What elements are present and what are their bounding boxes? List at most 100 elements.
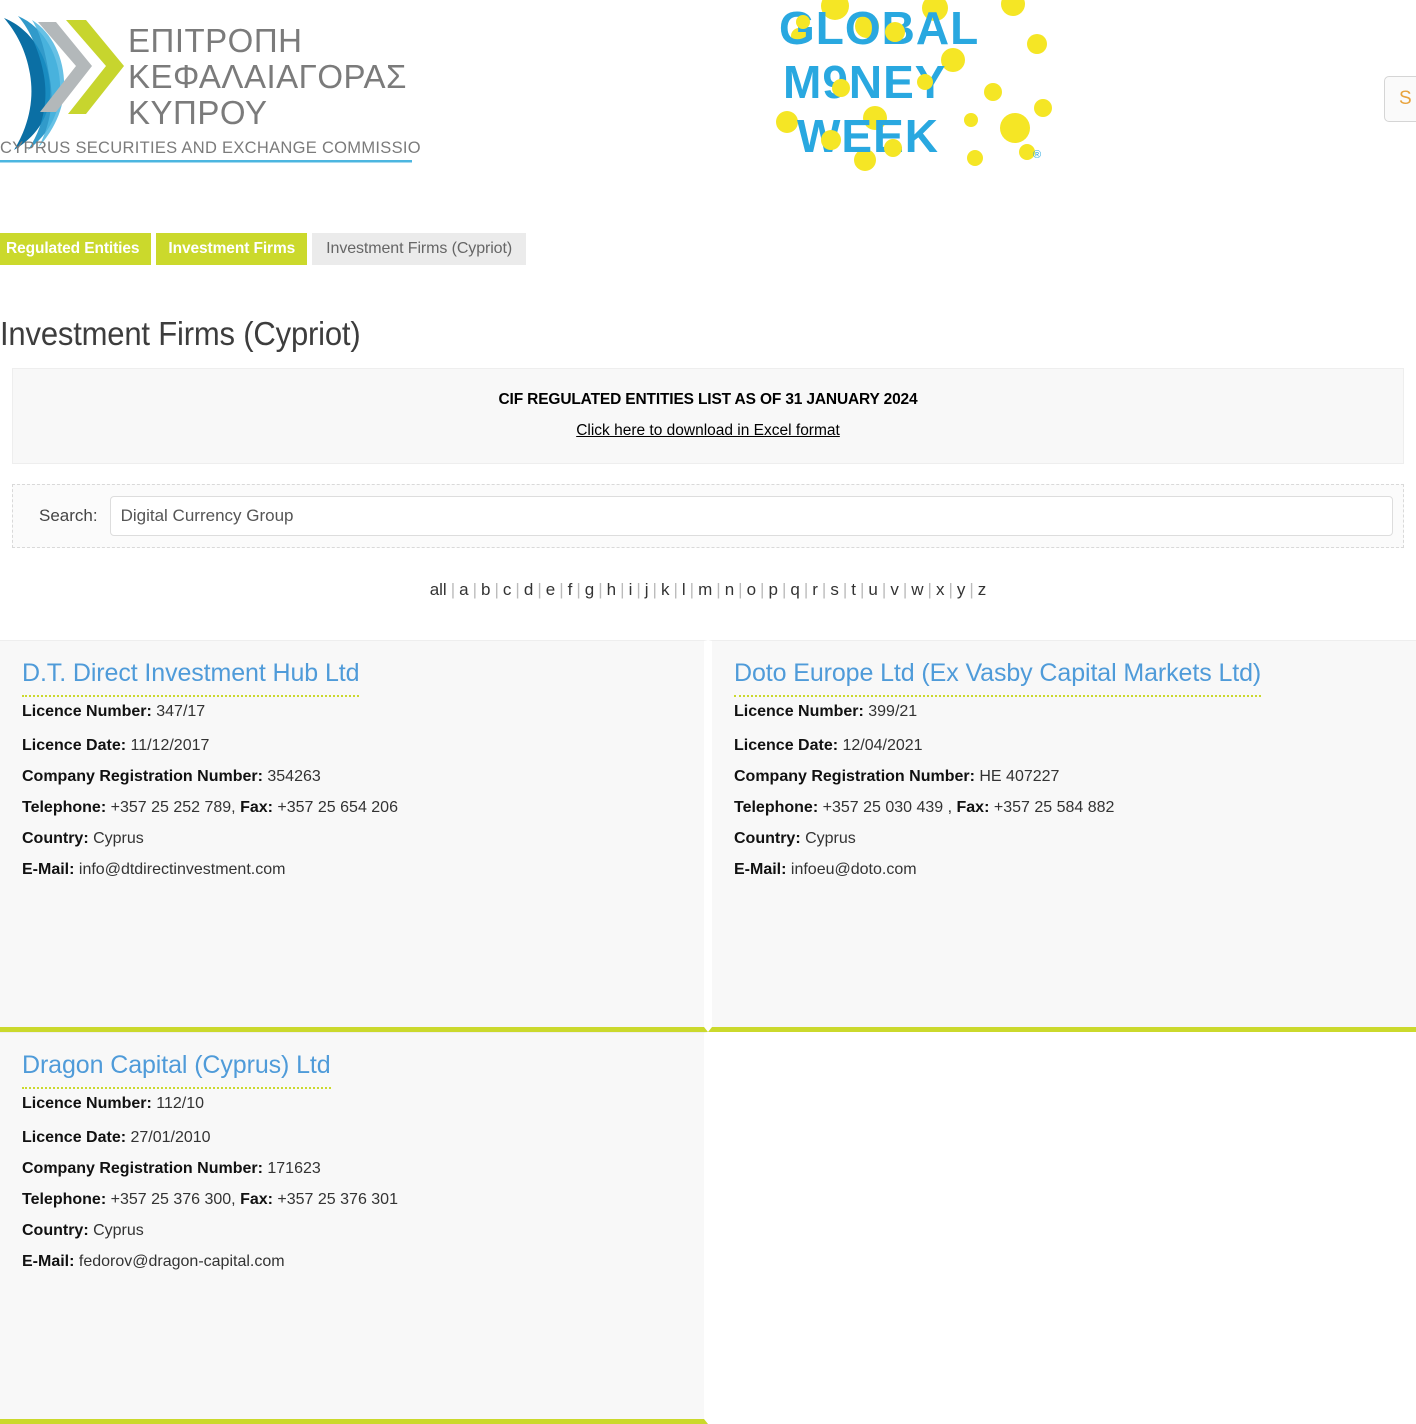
fax-label: Fax: [956,799,990,816]
alphabet-filter-p[interactable]: p [765,580,780,599]
cysec-chevron-icon [4,16,124,150]
alphabet-filter-z[interactable]: z [975,580,990,599]
alphabet-filter-c[interactable]: c [500,580,515,599]
alphabet-filter-l[interactable]: l [679,580,689,599]
alphabet-filter-all[interactable]: all [427,580,450,599]
licence-number-label: Licence Number: [22,703,152,720]
licence-date-label: Licence Date: [22,1129,127,1146]
telephone-fax: Telephone: +357 25 030 439 , Fax: +357 2… [734,798,1394,818]
alphabet-separator: | [673,580,678,599]
licence-date-value: 27/01/2010 [126,1129,211,1146]
telephone-value: +357 25 376 300, [106,1191,241,1208]
licence-date: Licence Date: 12/04/2021 [734,736,1394,756]
alphabet-separator: | [537,580,542,599]
alphabet-filter-k[interactable]: k [658,580,673,599]
cif-list-notice-title: CIF REGULATED ENTITIES LIST AS OF 31 JAN… [498,391,918,408]
alphabet-filter-s[interactable]: s [827,580,842,599]
country-label: Country: [22,830,89,847]
global-money-week-logo[interactable]: GLOBAL M9NEY WEEK ® [775,0,1055,180]
alphabet-filter-h[interactable]: h [604,580,619,599]
country-value: Cyprus [88,830,144,847]
fax-value: +357 25 376 301 [272,1191,398,1208]
company-registration-number-value: 171623 [262,1160,321,1177]
licence-number: Licence Number: 112/10 [22,1094,682,1114]
country-value: Cyprus [88,1222,144,1239]
cysec-subtitle: CYPRUS SECURITIES AND EXCHANGE COMMISSIO… [0,139,420,157]
alphabet-separator: | [559,580,564,599]
alphabet-filter-w[interactable]: w [908,580,926,599]
licence-number-value: 112/10 [151,1095,205,1112]
licence-date-label: Licence Date: [734,737,839,754]
entity-card: Dragon Capital (Cyprus) Ltd Licence Numbe… [0,1032,708,1424]
alphabet-separator: | [927,580,932,599]
alphabet-filter-y[interactable]: y [954,580,969,599]
telephone-label: Telephone: [22,1191,107,1208]
alphabet-filter-n[interactable]: n [722,580,737,599]
alphabet-filter-g[interactable]: g [582,580,597,599]
alphabet-filter-a[interactable]: a [456,580,471,599]
email-label: E-Mail: [22,861,75,878]
cif-list-notice: CIF REGULATED ENTITIES LIST AS OF 31 JAN… [12,368,1404,464]
fax-value: +357 25 654 206 [272,799,398,816]
entity-card: Doto Europe Ltd (Ex Vasby Capital Market… [708,640,1416,1032]
alphabet-filter-i[interactable]: i [626,580,636,599]
alphabet-filter-m[interactable]: m [695,580,715,599]
entity-card-placeholder [708,1032,1416,1424]
gmw-line1: GLOBAL [779,2,979,54]
alphabet-separator: | [620,580,625,599]
alphabet-filter-u[interactable]: u [865,580,880,599]
entity-name-link[interactable]: Dragon Capital (Cyprus) Ltd [22,1051,331,1089]
alphabet-filter-f[interactable]: f [565,580,576,599]
cysec-greek-line3: ΚΥΠΡΟΥ [128,94,267,131]
fax-label: Fax: [240,1191,273,1208]
company-registration-number: Company Registration Number: HE 407227 [734,767,1394,787]
entity-name-link[interactable]: D.T. Direct Investment Hub Ltd [22,659,360,697]
telephone-fax: Telephone: +357 25 376 300, Fax: +357 25… [22,1190,682,1210]
licence-number-value: 347/17 [151,703,206,720]
company-registration-number-label: Company Registration Number: [22,1160,263,1177]
licence-number: Licence Number: 347/17 [22,702,682,722]
alphabet-filter-e[interactable]: e [543,580,558,599]
alphabet-filter-v[interactable]: v [887,580,902,599]
breadcrumb: Regulated Entities Investment Firms Inve… [0,233,527,265]
alphabet-separator: | [636,580,641,599]
alphabet-filter-o[interactable]: o [744,580,759,599]
alphabet-separator: | [598,580,603,599]
fax-value: +357 25 584 882 [989,799,1115,816]
breadcrumb-item-investment-firms[interactable]: Investment Firms [156,233,308,265]
alphabet-filter-q[interactable]: q [787,580,802,599]
search-input[interactable] [109,496,1393,536]
alphabet-filter-b[interactable]: b [478,580,493,599]
company-registration-number: Company Registration Number: 354263 [22,767,682,787]
alphabet-separator: | [515,580,520,599]
licence-number-value: 399/21 [863,703,918,720]
alphabet-filter-d[interactable]: d [521,580,536,599]
country-label: Country: [734,830,801,847]
breadcrumb-item-regulated-entities[interactable]: Regulated Entities [0,233,152,265]
company-registration-number-value: 354263 [262,768,321,785]
company-registration-number: Company Registration Number: 171623 [22,1159,682,1179]
fax-label: Fax: [240,799,273,816]
country: Country: Cyprus [22,829,682,849]
corner-search-button[interactable]: S [1384,76,1416,122]
country: Country: Cyprus [734,829,1394,849]
download-excel-link[interactable]: Click here to download in Excel format [576,422,840,440]
alphabet-separator: | [494,580,499,599]
cysec-logo[interactable]: ΕΠΙΤΡΟΠΗ ΚΕΦΑΛΑΙΑΓΟΡΑΣ ΚΥΠΡΟΥ CYPRUS SEC… [0,8,433,168]
alphabet-separator: | [738,580,743,599]
email-label: E-Mail: [22,1253,75,1270]
alphabet-filter-x[interactable]: x [933,580,948,599]
alphabet-filter-r[interactable]: r [809,580,821,599]
telephone-label: Telephone: [734,799,819,816]
email-value: infoeu@doto.com [786,861,917,878]
alphabet-filter-t[interactable]: t [848,580,859,599]
telephone-value: +357 25 030 439 , [818,799,957,816]
gmw-trademark: ® [1033,149,1041,161]
entity-name-link[interactable]: Doto Europe Ltd (Ex Vasby Capital Market… [734,659,1261,697]
cysec-greek-line1: ΕΠΙΤΡΟΠΗ [128,22,303,59]
page-title: Investment Firms (Cypriot) [0,315,361,353]
alphabet-filter-j[interactable]: j [642,580,652,599]
licence-date-value: 12/04/2021 [838,737,923,754]
email: E-Mail: infoeu@doto.com [734,860,1394,880]
licence-number-label: Licence Number: [734,703,864,720]
